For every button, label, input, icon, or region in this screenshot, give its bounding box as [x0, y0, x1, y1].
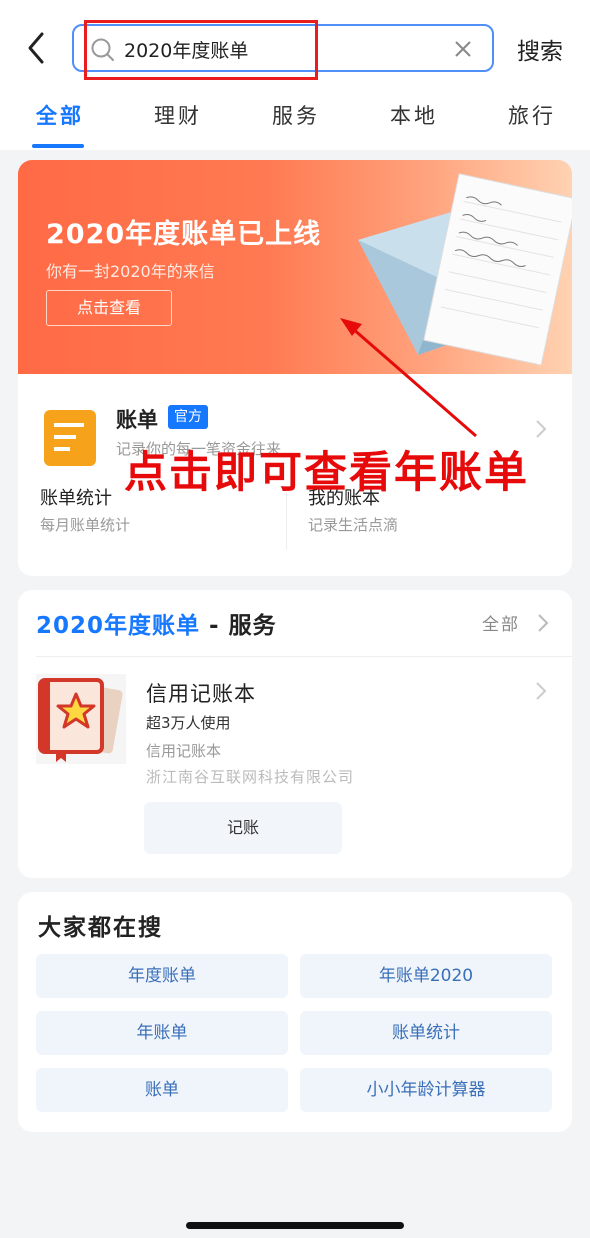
service-title-keyword: 2020年度账单	[36, 613, 201, 639]
bill-result-card: 2020年度账单已上线 你有一封2020年的来信 点击查看 账单 官方 记录你的…	[18, 160, 572, 576]
app-description: 记录你的每一笔资金往来	[116, 440, 282, 458]
notebook-star-icon	[36, 674, 126, 764]
service-card: 2020年度账单 - 服务 全部 信用记账本 超3万人使用 信用记账本 浙江南谷…	[18, 590, 572, 878]
banner-subtitle: 你有一封2020年的来信	[46, 262, 215, 281]
banner-title: 2020年度账单已上线	[46, 219, 322, 250]
tab-local[interactable]: 本地	[390, 100, 438, 130]
hot-search-chip[interactable]: 小小年龄计算器	[300, 1068, 552, 1112]
banner-view-button[interactable]: 点击查看	[46, 290, 172, 326]
hot-search-title: 大家都在搜	[38, 915, 163, 941]
tab-travel[interactable]: 旅行	[508, 100, 556, 130]
my-ledger-entry[interactable]: 我的账本 记录生活点滴	[286, 484, 554, 560]
hot-search-chip[interactable]: 年账单2020	[300, 954, 552, 998]
bill-stats-title: 账单统计	[40, 488, 112, 509]
hot-search-chip[interactable]: 年度账单	[36, 954, 288, 998]
section-divider	[36, 656, 572, 657]
search-input[interactable]	[124, 32, 444, 66]
bill-app-icon	[44, 410, 96, 466]
back-arrow-icon[interactable]	[20, 28, 54, 68]
service-category: 信用记账本	[146, 742, 222, 760]
tab-finance[interactable]: 理财	[154, 100, 202, 130]
search-box[interactable]	[72, 24, 494, 72]
search-button[interactable]: 搜索	[517, 32, 563, 66]
service-company: 浙江南谷互联网科技有限公司	[146, 768, 355, 786]
service-title-rest: - 服务	[200, 613, 277, 639]
annual-bill-banner[interactable]: 2020年度账单已上线 你有一封2020年的来信 点击查看	[18, 160, 572, 374]
hot-search-chip[interactable]: 账单统计	[300, 1011, 552, 1055]
hot-search-card: 大家都在搜 年度账单 年账单2020 年账单 账单统计 账单 小小年龄计算器	[18, 892, 572, 1132]
my-ledger-desc: 记录生活点滴	[308, 516, 399, 534]
bill-app-row[interactable]: 账单 官方 记录你的每一笔资金往来	[18, 374, 572, 484]
chevron-right-icon	[536, 612, 550, 634]
tab-services[interactable]: 服务	[272, 100, 320, 130]
home-indicator[interactable]	[186, 1222, 404, 1229]
service-all-link[interactable]: 全部	[482, 610, 520, 635]
envelope-letter-illustration	[358, 173, 572, 366]
search-icon	[90, 37, 116, 63]
service-section-title: 2020年度账单 - 服务	[36, 606, 277, 640]
top-bar: 搜索 全部 理财 服务 本地 旅行	[0, 0, 590, 150]
tab-all[interactable]: 全部	[36, 100, 84, 130]
active-tab-indicator	[32, 144, 84, 148]
app-name: 账单	[116, 408, 158, 432]
clear-icon[interactable]	[452, 38, 474, 60]
record-button[interactable]: 记账	[144, 802, 342, 854]
category-tabs: 全部 理财 服务 本地 旅行	[0, 96, 590, 150]
service-name[interactable]: 信用记账本	[146, 678, 256, 708]
service-all-label: 全部	[482, 615, 520, 635]
chevron-right-icon	[534, 418, 548, 440]
bill-stats-entry[interactable]: 账单统计 每月账单统计	[18, 484, 286, 560]
official-badge: 官方	[168, 405, 208, 429]
my-ledger-title: 我的账本	[308, 488, 380, 509]
service-users: 超3万人使用	[146, 714, 231, 732]
chevron-right-icon	[534, 680, 548, 702]
bill-stats-desc: 每月账单统计	[40, 516, 131, 534]
hot-search-chip[interactable]: 年账单	[36, 1011, 288, 1055]
hot-search-chip[interactable]: 账单	[36, 1068, 288, 1112]
